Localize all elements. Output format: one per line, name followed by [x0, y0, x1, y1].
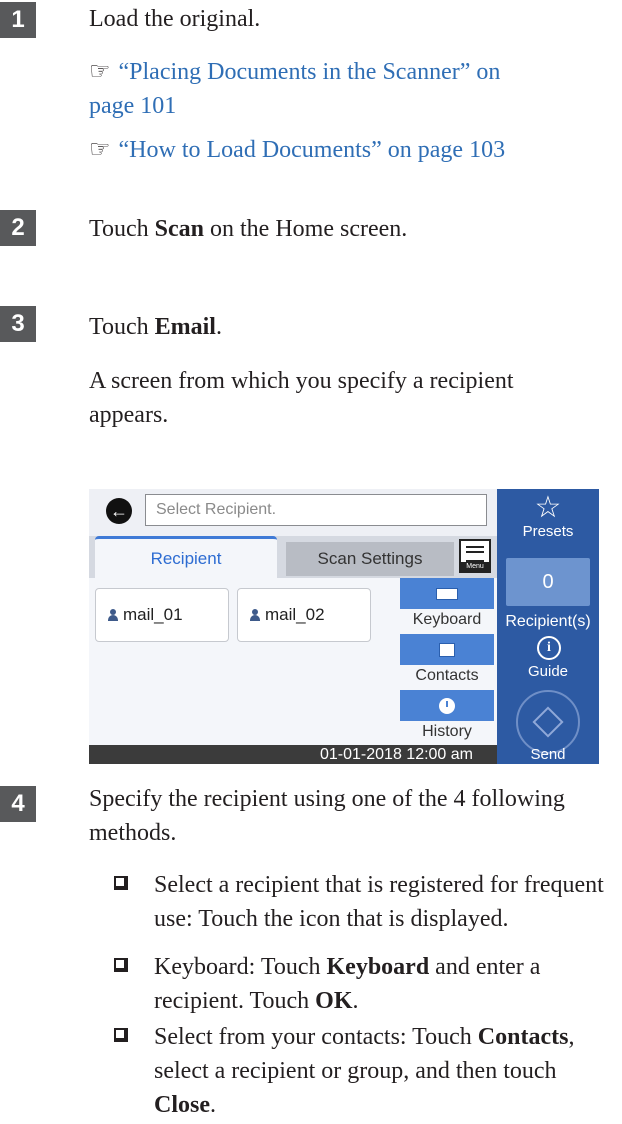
bullet-2-line2-pre: recipient. Touch [154, 988, 316, 1014]
person-icon [108, 609, 118, 621]
step-4-text: Specify the recipient using one of the 4… [89, 782, 565, 850]
screen-body: mail_01 mail_02 Keyboard Contacts Histor… [89, 578, 497, 745]
keyboard-icon [400, 578, 494, 609]
star-icon: ☆ [534, 490, 562, 525]
bullet-1-text: Select a recipient that is registered fo… [154, 868, 622, 936]
step-3-desc-line2: appears. [89, 402, 169, 428]
tab-recipient[interactable]: Recipient [95, 536, 277, 578]
screen-top-bar: ← Select Recipient. [89, 489, 497, 536]
back-arrow-icon[interactable]: ← [106, 498, 132, 524]
bullet-3-line3-bold: Close [154, 1092, 210, 1118]
bullet-3-pre: Select from your contacts: Touch [154, 1024, 478, 1050]
bullet-2-line2-bold: OK [315, 988, 353, 1014]
info-icon[interactable]: i [537, 636, 561, 660]
step-2-pre: Touch [89, 216, 155, 242]
step-3-description: A screen from which you specify a recipi… [89, 364, 514, 432]
step-2-bold: Scan [154, 216, 204, 242]
recipient-label: mail_01 [123, 605, 183, 624]
link-placing-documents-page[interactable]: page 101 [89, 93, 176, 119]
bullet-3-post: , [568, 1024, 575, 1050]
reference-pointer-icon: ☞ [89, 57, 111, 85]
tab-scan-settings[interactable]: Scan Settings [286, 542, 454, 576]
ref-how-to-load[interactable]: ☞ “How to Load Documents” on page 103 [89, 132, 505, 167]
bullet-2-line2-post: . [352, 988, 359, 1014]
recipient-search-input[interactable]: Select Recipient. [145, 494, 487, 526]
recipient-count[interactable]: 0 [506, 558, 590, 606]
send-diamond-icon [532, 706, 564, 738]
recipients-label: Recipient(s) [505, 613, 591, 630]
bullet-2-post: and enter a [429, 954, 541, 980]
step-2-badge: 2 [0, 210, 36, 246]
step-1-badge: 1 [0, 2, 36, 38]
screen-tab-bar: Recipient Scan Settings Menu [89, 536, 497, 578]
history-button[interactable]: History [400, 690, 494, 743]
checkbox-bullet-icon [114, 1028, 128, 1042]
keyboard-label: Keyboard [412, 611, 482, 628]
keyboard-button[interactable]: Keyboard [400, 578, 494, 631]
reference-pointer-icon: ☞ [89, 135, 111, 163]
menu-icon [466, 546, 484, 562]
recipient-button-mail-01[interactable]: mail_01 [95, 588, 229, 642]
checkbox-bullet-icon [114, 876, 128, 890]
status-bar-time: 01-01-2018 12:00 am [89, 745, 497, 764]
checkbox-bullet-icon [114, 958, 128, 972]
step-3-badge: 3 [0, 306, 36, 342]
person-icon [250, 609, 260, 621]
presets-label: Presets [522, 523, 574, 540]
bullet-1-line2: use: Touch the icon that is displayed. [154, 906, 509, 932]
step-3-post: . [215, 314, 222, 340]
recipient-label: mail_02 [265, 605, 325, 624]
link-how-to-load[interactable]: “How to Load Documents” on page 103 [119, 137, 506, 163]
bullet-2-pre: Keyboard: Touch [154, 954, 327, 980]
presets-button[interactable]: ☆ Presets [497, 490, 599, 541]
contacts-icon [400, 634, 494, 665]
step-4-badge: 4 [0, 786, 36, 822]
step-3-pre: Touch [89, 314, 155, 340]
bullet-3-line2: select a recipient or group, and then to… [154, 1058, 557, 1084]
history-clock-icon [400, 690, 494, 721]
step-2-post: on the Home screen. [204, 216, 408, 242]
ref-placing-documents[interactable]: ☞ “Placing Documents in the Scanner” on p… [89, 54, 500, 123]
recipient-button-mail-02[interactable]: mail_02 [237, 588, 371, 642]
printer-screen-screenshot: ← Select Recipient. Recipient Scan Setti… [89, 489, 599, 764]
contacts-label: Contacts [415, 667, 479, 684]
bullet-1-line1: Select a recipient that is registered fo… [154, 872, 604, 898]
guide-label: Guide [527, 663, 569, 680]
bullet-3-bold: Contacts [477, 1024, 569, 1050]
link-placing-documents[interactable]: “Placing Documents in the Scanner” on [119, 59, 501, 85]
menu-button[interactable]: Menu [459, 539, 491, 573]
step-3-desc-line1: A screen from which you specify a recipi… [89, 368, 514, 394]
contacts-button[interactable]: Contacts [400, 634, 494, 687]
step-3-text: Touch Email. [89, 310, 222, 344]
history-label: History [422, 723, 472, 740]
step-2-text: Touch Scan on the Home screen. [89, 212, 407, 246]
bullet-3-line3-post: . [210, 1092, 216, 1118]
step-1-text: Load the original. [89, 6, 261, 32]
bullet-3-text: Select from your contacts: Touch Contact… [154, 1020, 622, 1122]
step-3-bold: Email [154, 314, 216, 340]
bullet-2-text: Keyboard: Touch Keyboard and enter a rec… [154, 950, 622, 1018]
send-label: Send [530, 746, 566, 763]
menu-label: Menu [461, 562, 489, 571]
step-4-line2: methods. [89, 820, 177, 846]
bullet-2-bold: Keyboard [326, 954, 430, 980]
screen-right-panel: ☆ Presets 0 Recipient(s) i Guide Send [497, 489, 599, 764]
step-4-line1: Specify the recipient using one of the 4… [89, 786, 565, 812]
